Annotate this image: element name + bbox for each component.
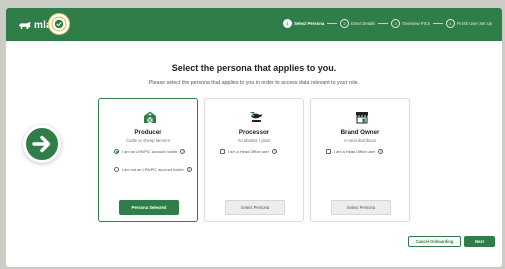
top-bar: mla 1 Select Persona 2 Enter Details 3 O… [6, 8, 502, 41]
option-head-office[interactable]: I am a Head Office user ? [326, 149, 384, 155]
persona-name: Producer [134, 129, 162, 136]
cancel-onboarding-button[interactable]: Cancel Onboarding [408, 236, 461, 247]
step-enter-details: 2 Enter Details [340, 19, 375, 28]
option-label: I am an LPA/PIC account holder [122, 149, 178, 154]
step-label: Overview PICs [402, 21, 430, 26]
select-persona-button[interactable]: Select Persona [225, 200, 285, 215]
barn-icon [144, 111, 156, 124]
screenshot-frame: mla 1 Select Persona 2 Enter Details 3 O… [0, 0, 505, 269]
option-label: I am a Head Office user [228, 149, 270, 154]
persona-card-producer[interactable]: Producer Cattle or sheep farmers I am an… [98, 98, 198, 222]
option-label: I am a Head Office user [334, 149, 376, 154]
step-label: Enter Details [351, 21, 376, 26]
processor-icon [250, 112, 262, 122]
persona-description: A meat distributor [343, 138, 377, 143]
persona-description: Cattle or sheep farmers [126, 138, 170, 143]
option-head-office[interactable]: I am a Head Office user ? [220, 149, 278, 155]
step-number: 4 [445, 19, 455, 28]
help-icon[interactable]: ? [378, 149, 384, 155]
page-title: Select the persona that applies to you. [171, 63, 337, 73]
option-not-lpa-holder[interactable]: I am not an LPA/PIC account holder ? [114, 167, 192, 173]
step-divider [327, 23, 338, 24]
radio-button[interactable] [114, 167, 119, 172]
persona-description: An abattoir / plant [237, 138, 271, 143]
step-select-persona: 1 Select Persona [283, 19, 324, 28]
onboarding-window: mla 1 Select Persona 2 Enter Details 3 O… [6, 8, 502, 267]
checkbox[interactable] [326, 149, 331, 154]
step-finish-set-up: 4 Finish User Set Up [445, 19, 492, 28]
step-overview-pics: 3 Overview PICs [391, 19, 430, 28]
step-number: 1 [283, 19, 293, 28]
select-persona-button[interactable]: Select Persona [331, 200, 391, 215]
step-divider [378, 23, 389, 24]
option-label: I am not an LPA/PIC account holder [122, 167, 184, 172]
next-button[interactable]: Next [464, 236, 495, 247]
step-number: 2 [340, 19, 350, 28]
seal-badge-icon [48, 13, 70, 35]
mla-logo: mla [18, 18, 52, 32]
step-label: Finish User Set Up [456, 21, 492, 26]
help-icon[interactable]: ? [186, 167, 192, 173]
radio-button[interactable] [114, 149, 119, 154]
help-icon[interactable]: ? [180, 149, 186, 155]
step-label: Select Persona [294, 21, 325, 26]
arrow-right-icon[interactable] [23, 125, 61, 163]
persona-selected-button[interactable]: Persona Selected [119, 200, 179, 215]
help-icon[interactable]: ? [272, 149, 278, 155]
step-divider [432, 23, 443, 24]
step-number: 3 [391, 19, 401, 28]
storefront-icon [356, 112, 368, 124]
persona-name: Brand Owner [340, 129, 380, 136]
option-lpa-holder[interactable]: I am an LPA/PIC account holder ? [114, 149, 186, 155]
persona-card-processor[interactable]: Processor An abattoir / plant I am a Hea… [204, 98, 304, 222]
checkbox[interactable] [220, 149, 225, 154]
progress-steps: 1 Select Persona 2 Enter Details 3 Overv… [283, 19, 492, 28]
persona-card-brand-owner[interactable]: Brand Owner A meat distributor I am a He… [310, 98, 410, 222]
page-subtitle: Please select the persona that applies t… [148, 80, 360, 86]
cow-icon [18, 21, 31, 29]
persona-name: Processor [238, 129, 270, 136]
